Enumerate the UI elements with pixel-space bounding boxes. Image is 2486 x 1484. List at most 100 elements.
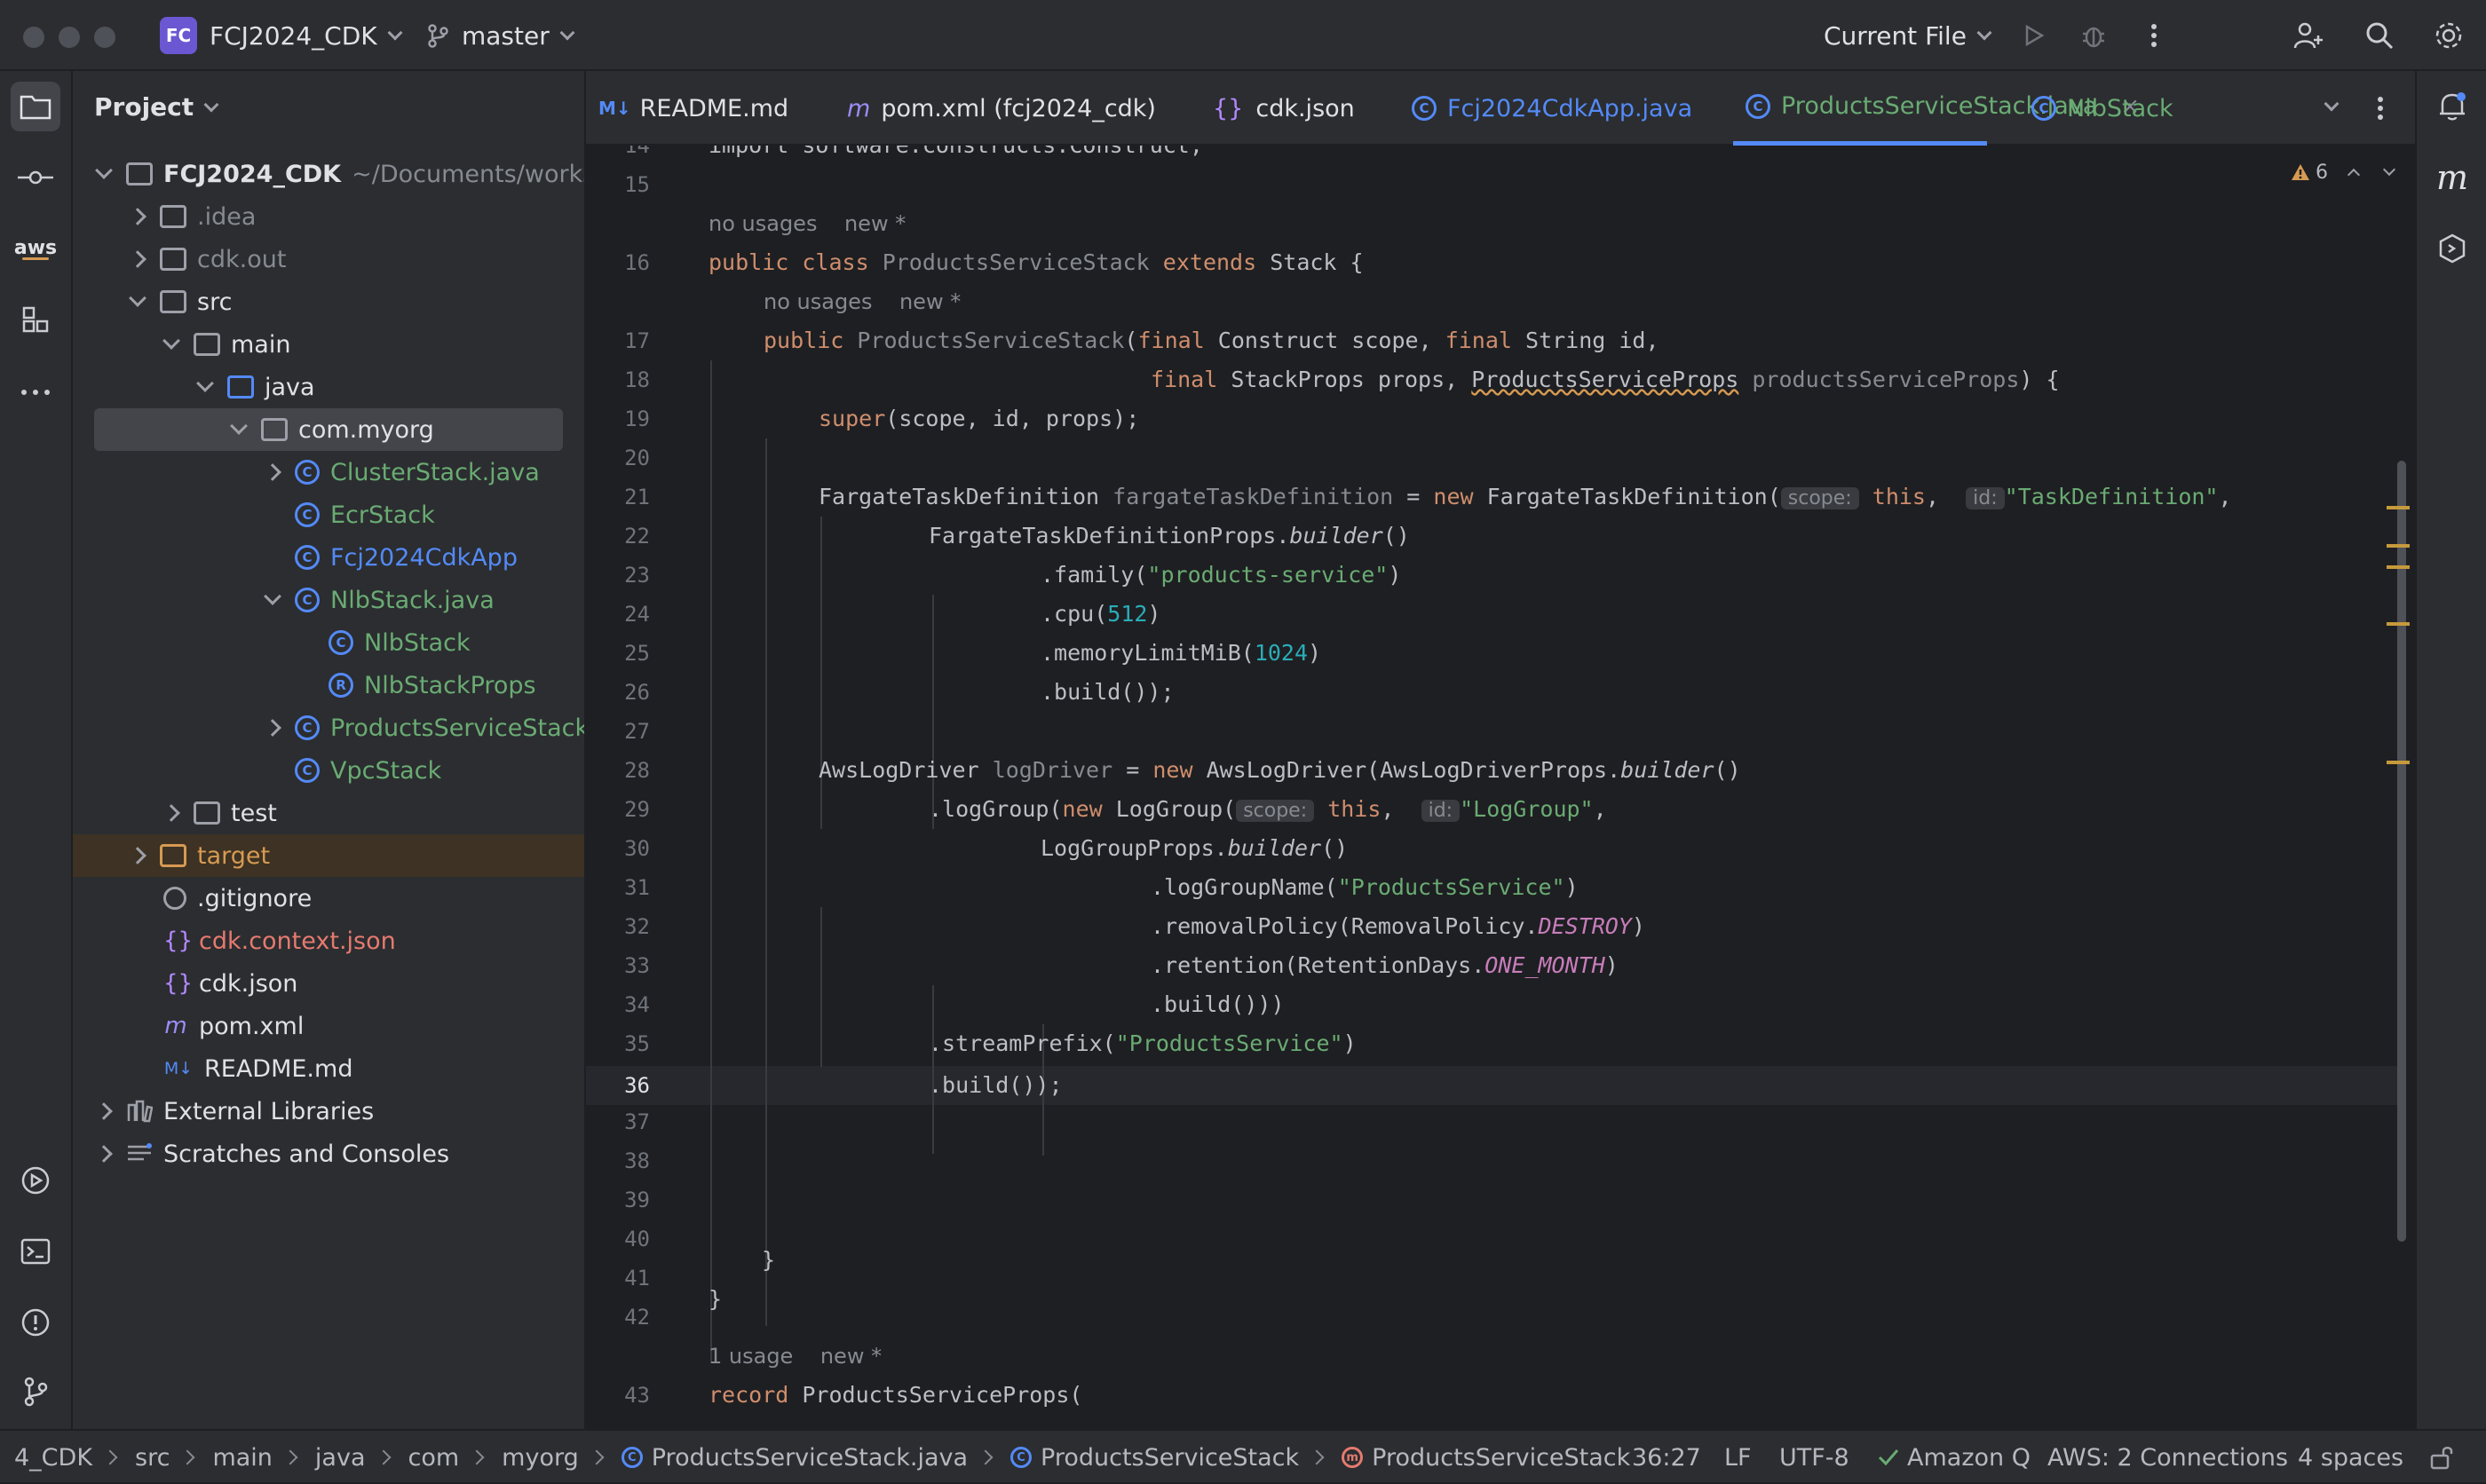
project-panel-title: Project (94, 92, 194, 122)
tree-item-java[interactable]: java (73, 366, 584, 408)
line-number: 22 (624, 524, 650, 549)
maven-icon: m (847, 94, 871, 122)
line-separator[interactable]: LF (1724, 1431, 1752, 1484)
problems-tool-button[interactable] (11, 1298, 60, 1347)
breadcrumb-item[interactable]: ProductsServiceStack (1041, 1444, 1299, 1472)
breadcrumb-item[interactable]: java (315, 1444, 366, 1472)
warning-marker[interactable] (2387, 761, 2410, 764)
project-switcher[interactable]: FC FCJ2024_CDK (160, 0, 403, 71)
tree-item-com-myorg[interactable]: com.myorg (94, 408, 563, 451)
expand-arrow-icon (129, 289, 146, 307)
breadcrumb-item[interactable]: myorg (502, 1444, 579, 1472)
inspection-widget[interactable]: 6 (2291, 154, 2396, 190)
warning-marker[interactable] (2387, 622, 2410, 626)
code-with-me-button[interactable] (2291, 18, 2326, 53)
more-actions-button[interactable] (2136, 18, 2172, 53)
tree-item-vpcstack[interactable]: C VpcStack (73, 749, 584, 792)
breadcrumb-item[interactable]: ProductsServiceStack (1372, 1444, 1630, 1472)
line-number-gutter[interactable]: 14 15 16 17 18 19 20 21 22 23 24 25 26 2… (586, 146, 685, 1429)
project-badge: FC (160, 17, 197, 54)
next-highlight-icon[interactable] (2382, 162, 2396, 177)
status-bar: 4_CDK src main java com myorg C ProductsS… (0, 1429, 2486, 1482)
tree-item-cdk-json[interactable]: {} cdk.json (73, 962, 584, 1005)
usage-hint[interactable]: no usages new * (709, 204, 906, 243)
project-tool-button[interactable] (11, 82, 60, 131)
tree-item-target[interactable]: target (73, 834, 584, 877)
run-button[interactable] (2015, 18, 2051, 53)
ai-assistant-button[interactable] (2427, 224, 2477, 273)
tree-item-fcj2024cdkapp[interactable]: C Fcj2024CdkApp (73, 536, 584, 579)
read-only-toggle[interactable] (2429, 1431, 2454, 1484)
tree-item-cdk-context-json[interactable]: {} cdk.context.json (73, 920, 584, 962)
aws-connections[interactable]: AWS: 2 Connections (2047, 1431, 2288, 1484)
search-everywhere-button[interactable] (2362, 18, 2397, 53)
commit-tool-button[interactable] (11, 153, 60, 202)
chevron-down-icon (387, 25, 403, 41)
tree-item-productsservicestack[interactable]: C ProductsServiceStack.java (73, 706, 584, 749)
tree-item-clusterstack[interactable]: C ClusterStack.java (73, 451, 584, 493)
aws-toolkit-button[interactable]: aws (11, 224, 60, 273)
settings-button[interactable] (2431, 18, 2466, 53)
tab-productsservicestack[interactable]: C ProductsServiceStack.java × (1733, 71, 2140, 146)
line-number: 34 (624, 992, 650, 1017)
tree-item-cdk-out[interactable]: cdk.out (73, 238, 584, 280)
tree-item-scratches[interactable]: Scratches and Consoles (73, 1133, 584, 1175)
line-number: 28 (624, 758, 650, 783)
class-icon: C (1010, 1447, 1033, 1468)
warning-marker[interactable] (2387, 565, 2410, 569)
expand-arrow-icon (129, 250, 146, 268)
code-line-31: .logGroupName("ProductsService") (1151, 874, 1579, 900)
services-tool-button[interactable] (11, 1156, 60, 1205)
maven-tool-button[interactable]: m (2427, 153, 2477, 202)
amazon-q-status[interactable]: Amazon Q (1877, 1431, 2031, 1484)
tree-item-main[interactable]: main (73, 323, 584, 366)
breadcrumb-item[interactable]: src (135, 1444, 170, 1472)
tree-item-nlbstack-java[interactable]: C NlbStack.java (73, 579, 584, 621)
tab-list-dropdown[interactable] (2324, 71, 2340, 146)
tab-nlbstack[interactable]: C NlbStack (2031, 71, 2173, 146)
terminal-tool-button[interactable] (11, 1227, 60, 1276)
breadcrumb-item[interactable]: com (408, 1444, 460, 1472)
previous-highlight-icon[interactable] (2347, 168, 2361, 182)
close-window-button[interactable] (23, 27, 44, 48)
breadcrumb-item[interactable]: 4_CDK (14, 1444, 92, 1472)
indent-setting[interactable]: 4 spaces (2298, 1431, 2403, 1484)
tree-item-nlbstack[interactable]: C NlbStack (73, 621, 584, 664)
run-config-selector[interactable]: Current File (1824, 0, 1992, 71)
breadcrumb-item[interactable]: main (212, 1444, 272, 1472)
warning-marker[interactable] (2387, 544, 2410, 548)
zoom-window-button[interactable] (94, 27, 115, 48)
breadcrumb-item[interactable]: ProductsServiceStack.java (652, 1444, 968, 1472)
tree-item-pom-xml[interactable]: m pom.xml (73, 1005, 584, 1047)
tab-fcj2024cdkapp[interactable]: C Fcj2024CdkApp.java (1412, 71, 1692, 146)
code-editor[interactable]: 14 15 16 17 18 19 20 21 22 23 24 25 26 2… (586, 146, 2415, 1429)
structure-tool-button[interactable] (11, 295, 60, 344)
usage-hint[interactable]: no usages new * (764, 282, 961, 321)
tree-item-gitignore[interactable]: .gitignore (73, 877, 584, 920)
caret-position[interactable]: 36:27 (1632, 1431, 1701, 1484)
more-tools-button[interactable] (11, 367, 60, 417)
usage-hint[interactable]: 1 usage new * (709, 1337, 882, 1376)
tree-item-idea[interactable]: .idea (73, 195, 584, 238)
tree-item-nlbstackprops[interactable]: R NlbStackProps (73, 664, 584, 706)
tab-cdk-json[interactable]: {} cdk.json (1213, 71, 1355, 146)
editor-scrollbar[interactable] (2397, 461, 2406, 1242)
tab-readme[interactable]: M↓ README.md (598, 71, 788, 146)
tree-item-src[interactable]: src (73, 280, 584, 323)
project-panel-header[interactable]: Project (94, 92, 219, 122)
code-line-18: final StackProps props, ProductsServiceP… (1151, 367, 2060, 392)
tab-pom-xml[interactable]: m pom.xml (fcj2024_cdk) (847, 71, 1156, 146)
tree-item-ecrstack[interactable]: C EcrStack (73, 493, 584, 536)
tab-options-button[interactable] (2376, 71, 2385, 146)
minimize-window-button[interactable] (59, 27, 80, 48)
tree-item-readme[interactable]: M↓ README.md (73, 1047, 584, 1090)
git-tool-button[interactable] (11, 1367, 60, 1417)
notifications-button[interactable] (2427, 82, 2477, 131)
warning-marker[interactable] (2387, 506, 2410, 509)
tree-item-root[interactable]: FCJ2024_CDK ~/Documents/workshop (73, 153, 584, 195)
tree-item-external-libraries[interactable]: External Libraries (73, 1090, 584, 1133)
debug-button[interactable] (2076, 18, 2111, 53)
file-encoding[interactable]: UTF-8 (1779, 1431, 1849, 1484)
branch-switcher[interactable]: master (424, 0, 575, 71)
tree-item-test[interactable]: test (73, 792, 584, 834)
